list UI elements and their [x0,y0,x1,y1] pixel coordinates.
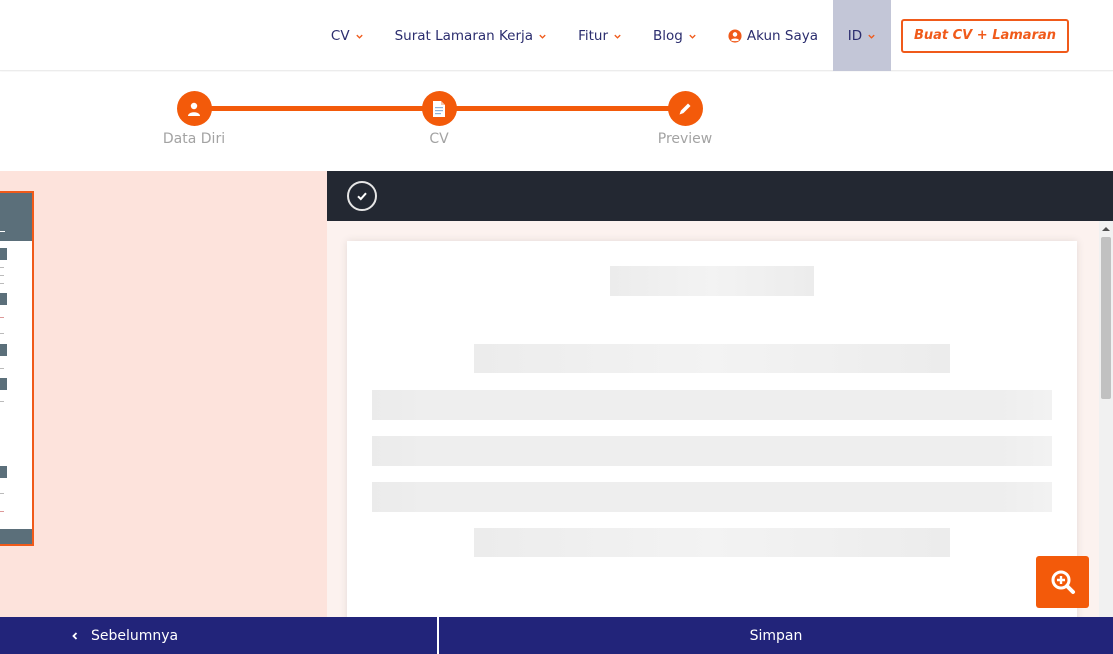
save-label: Simpan [749,627,803,644]
step-circle [421,91,457,126]
step-circle [667,91,703,126]
main-nav: CV Surat Lamaran Kerja Fitur Blog Akun S… [324,0,1113,71]
progress-stepper: Data Diri CV Preview [0,72,1113,171]
zoom-in-icon [1051,570,1075,594]
user-icon [188,102,200,116]
check-icon [357,192,367,201]
create-cv-button[interactable]: Buat CV + Lamaran [901,18,1069,53]
nav-item-label: CV [330,27,350,44]
skeleton-placeholder [474,344,950,373]
skeleton-placeholder [372,436,1052,466]
language-label: ID [847,27,863,44]
step-cv[interactable]: CV [379,91,499,147]
account-label: Akun Saya [746,27,818,44]
save-button[interactable]: Simpan [439,617,1113,654]
triangle-up-icon [1102,227,1110,231]
template-list-panel [0,171,327,617]
previous-button[interactable]: Sebelumnya [0,617,439,654]
pencil-icon [679,103,691,114]
nav-item-label: Blog [653,27,683,44]
skeleton-placeholder [474,528,950,557]
nav-item-blog[interactable]: Blog [646,0,704,71]
cv-document-page [347,241,1077,617]
preview-scroll-area[interactable] [327,221,1099,617]
step-label: Data Diri [162,131,226,147]
template-thumbnail-selected[interactable] [0,191,34,546]
zoom-in-button[interactable] [1036,556,1089,608]
nav-item-label: Surat Lamaran Kerja [394,27,534,44]
chevron-down-icon [355,34,363,39]
step-circle [176,91,212,126]
scrollbar-thumb[interactable] [1101,237,1111,399]
scroll-up-arrow[interactable] [1099,221,1113,237]
skeleton-placeholder [372,390,1052,420]
chevron-down-icon [539,34,546,39]
confirm-button[interactable] [347,181,377,211]
nav-item-account[interactable]: Akun Saya [721,0,825,71]
bottom-action-bar: Sebelumnya Simpan [0,617,1113,654]
step-label: CV [429,131,449,147]
nav-item-fitur[interactable]: Fitur [571,0,629,71]
step-label: Preview [657,131,713,147]
previous-label: Sebelumnya [91,627,179,644]
site-header: CV Surat Lamaran Kerja Fitur Blog Akun S… [0,0,1113,71]
chevron-left-icon [72,631,78,640]
skeleton-placeholder [372,482,1052,512]
step-preview[interactable]: Preview [625,91,745,147]
nav-item-cv[interactable]: CV [324,0,371,71]
user-circle-icon [728,28,742,43]
step-data-diri[interactable]: Data Diri [134,91,254,147]
chevron-down-icon [868,34,875,39]
nav-item-label: Fitur [578,27,608,44]
chevron-down-icon [689,34,696,39]
preview-scrollbar[interactable] [1099,221,1113,617]
chevron-down-icon [614,34,621,39]
language-selector[interactable]: ID [833,0,891,71]
cv-preview-panel [327,171,1113,617]
preview-toolbar [327,171,1113,221]
document-icon [433,100,445,117]
skeleton-placeholder [610,266,814,296]
nav-item-surat-lamaran[interactable]: Surat Lamaran Kerja [388,0,554,71]
